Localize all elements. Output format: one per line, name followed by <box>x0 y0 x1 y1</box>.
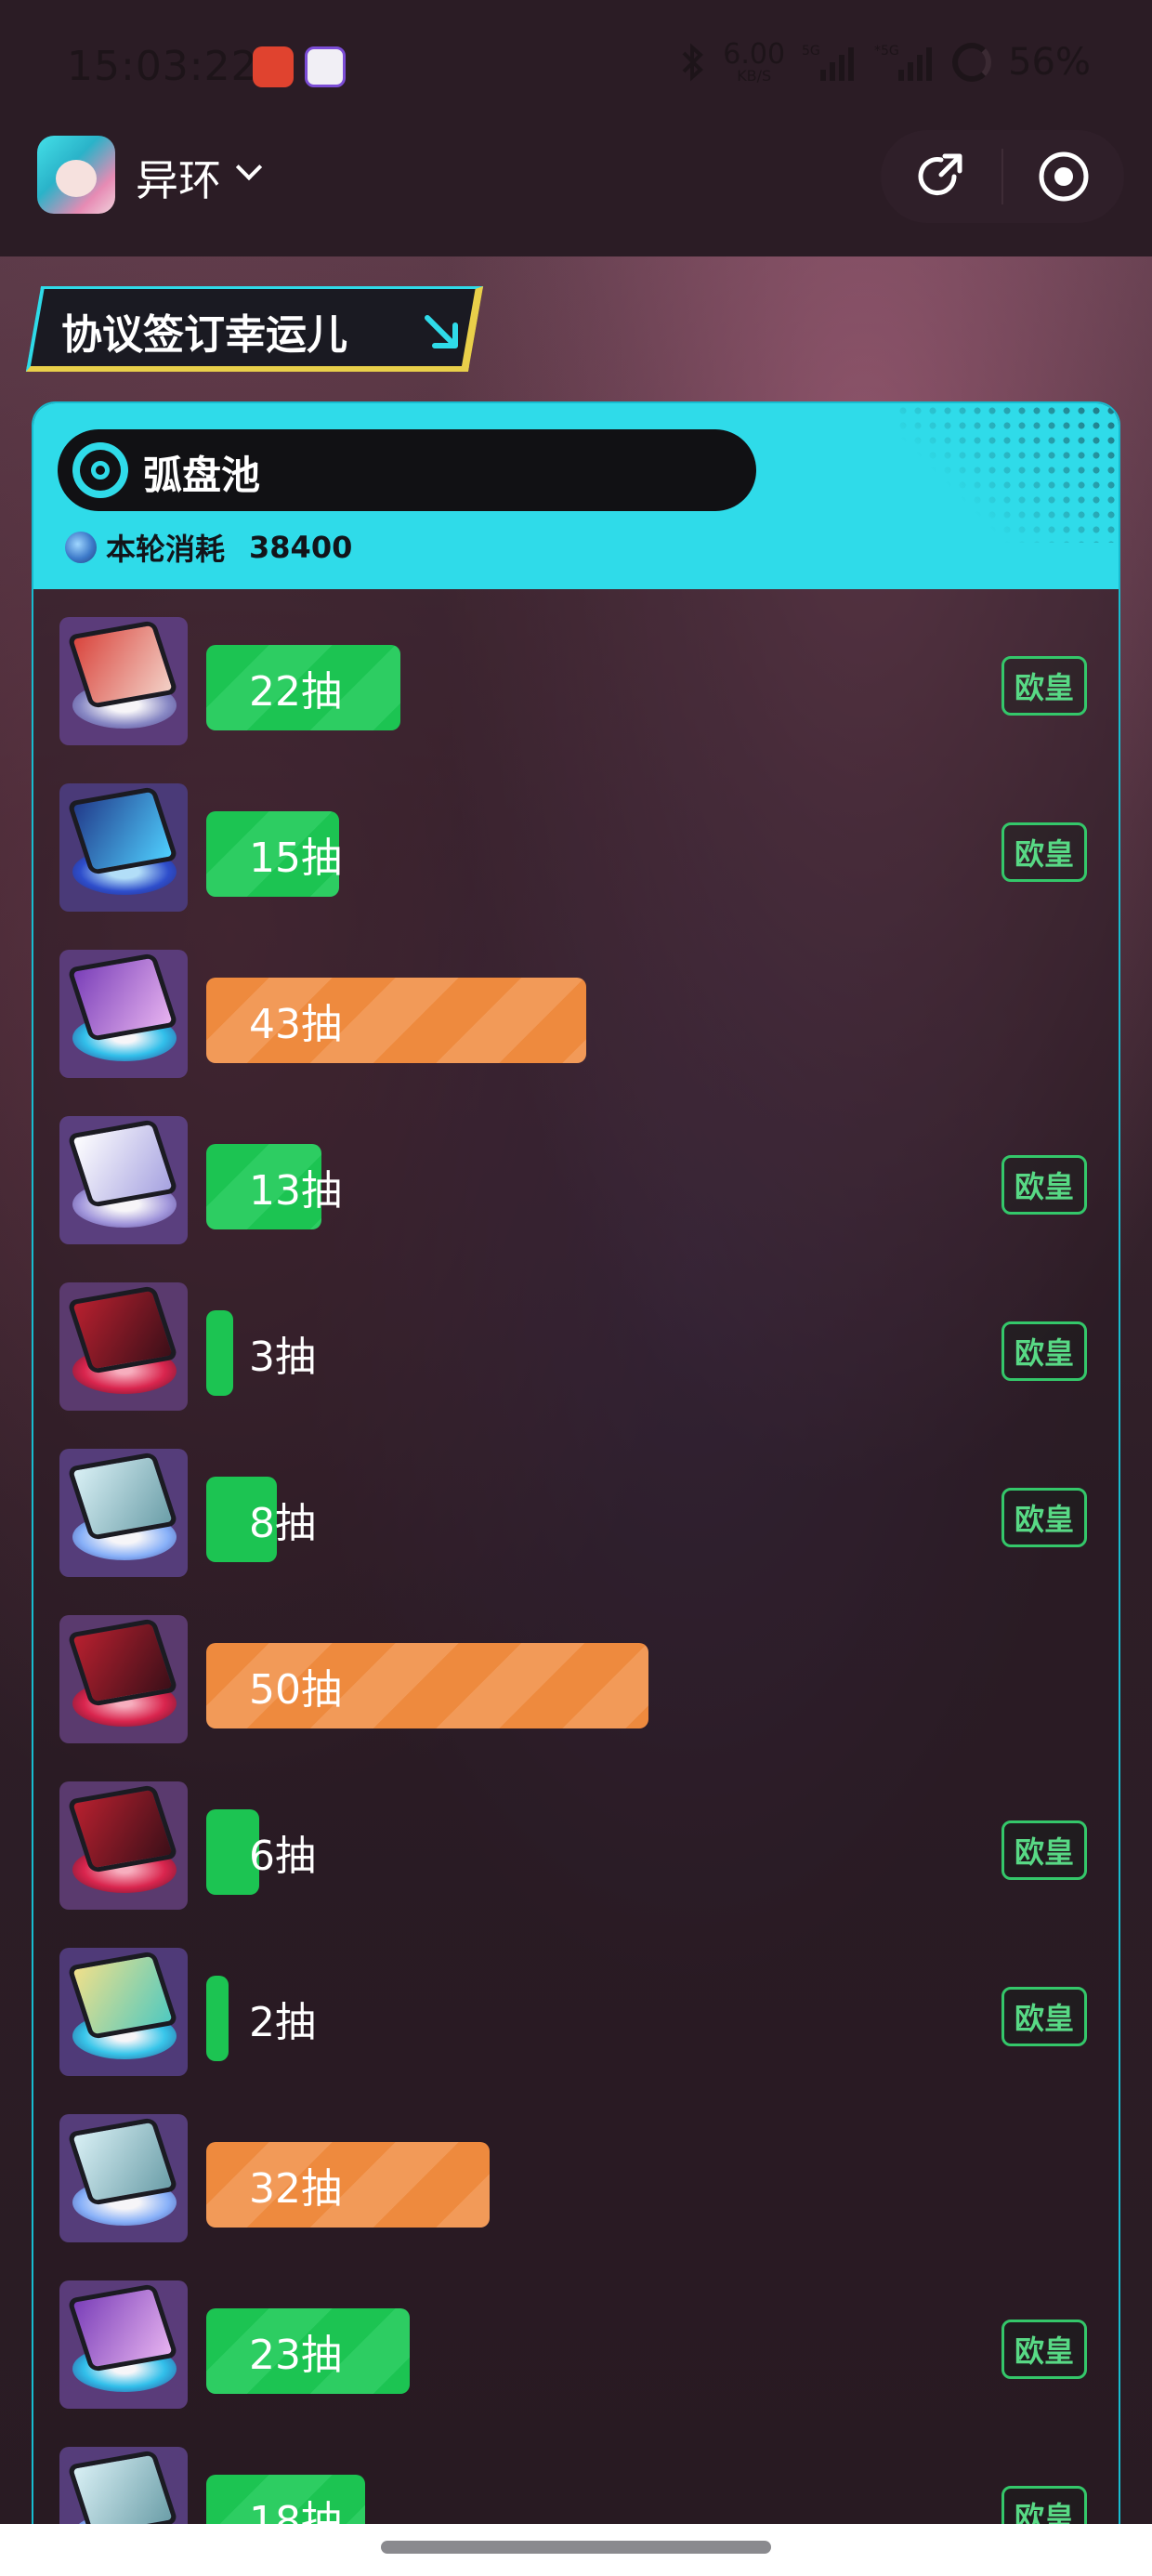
arc-disc-thumbnail[interactable] <box>59 2114 188 2242</box>
record-icon <box>1039 151 1089 202</box>
arc-disc-thumbnail[interactable] <box>59 783 188 912</box>
list-item: 50抽 <box>33 1587 1119 1754</box>
pool-card: 弧盘池 本轮消耗 38400 22抽 欧皇 15抽 欧皇 43抽 13抽 欧皇 3抽 欧皇 8抽欧… <box>32 401 1120 2539</box>
lucky-badge: 欧皇 <box>1001 2320 1087 2379</box>
signal-icon: 5G <box>802 44 855 81</box>
list-item: 43抽 <box>33 922 1119 1088</box>
battery-percent: 56% <box>1008 41 1091 84</box>
arc-disc-thumbnail[interactable] <box>59 1781 188 1910</box>
lucky-badge: 欧皇 <box>1001 1820 1087 1880</box>
bluetooth-icon <box>682 43 704 82</box>
list-item: 23抽 欧皇 <box>33 2253 1119 2419</box>
dot-pattern <box>896 403 1119 543</box>
game-name[interactable]: 异环 <box>136 147 221 208</box>
arc-disc-thumbnail[interactable] <box>59 1615 188 1743</box>
pull-count-label: 43抽 <box>249 1001 342 1048</box>
status-time: 15:03:22 <box>67 43 258 90</box>
list-item: 32抽 <box>33 2086 1119 2253</box>
pull-count-label: 50抽 <box>249 1666 342 1714</box>
arc-disc-thumbnail[interactable] <box>59 1282 188 1411</box>
lucky-badge: 欧皇 <box>1001 1321 1087 1381</box>
net-speed: 6.00 KB/S <box>723 38 786 85</box>
arrow-down-right-icon <box>425 315 458 348</box>
pull-count-label: 3抽 <box>249 1334 316 1381</box>
list-item: 2抽 欧皇 <box>33 1920 1119 2086</box>
status-indicators: 6.00 KB/S 5G *5G 56% <box>678 41 1091 84</box>
list-item: 8抽 欧皇 <box>33 1421 1119 1587</box>
lucky-badge: 欧皇 <box>1001 1488 1087 1547</box>
cost-row: 本轮消耗 38400 <box>65 526 352 569</box>
game-avatar[interactable] <box>37 136 115 214</box>
share-button[interactable] <box>881 130 1001 223</box>
list-item: 13抽 欧皇 <box>33 1088 1119 1255</box>
pull-count-label: 23抽 <box>249 2332 342 2379</box>
pull-count-label: 6抽 <box>249 1833 316 1880</box>
arc-disc-thumbnail[interactable] <box>59 617 188 745</box>
lucky-badge: 欧皇 <box>1001 656 1087 716</box>
share-icon <box>918 153 962 196</box>
list-item: 6抽 欧皇 <box>33 1754 1119 1920</box>
app-purple-icon <box>305 46 346 87</box>
pull-count-label: 22抽 <box>249 668 342 716</box>
arc-disc-thumbnail[interactable] <box>59 950 188 1078</box>
pull-count-bar <box>206 1310 233 1396</box>
pull-count-label: 2抽 <box>249 1999 316 2046</box>
cost-label: 本轮消耗 <box>106 532 226 567</box>
app-header: 异环 <box>0 130 1152 256</box>
arc-disc-thumbnail[interactable] <box>59 1116 188 1244</box>
section-title: 协议签订幸运儿 <box>61 311 347 359</box>
battery-ring-icon <box>952 43 992 82</box>
record-button[interactable] <box>1003 130 1124 223</box>
pull-count-label: 32抽 <box>249 2165 342 2213</box>
pool-selector[interactable]: 弧盘池 <box>58 429 756 511</box>
pull-count-bar <box>206 1976 229 2061</box>
list-item: 15抽 欧皇 <box>33 756 1119 922</box>
chevron-down-icon[interactable] <box>235 153 263 181</box>
app-red-icon <box>253 46 294 87</box>
pool-name: 弧盘池 <box>143 453 261 498</box>
section-title-banner: 协议签订幸运儿 <box>25 286 484 372</box>
header-actions <box>881 130 1124 223</box>
lucky-badge: 欧皇 <box>1001 1155 1087 1215</box>
svg-text:*5G: *5G <box>874 44 899 59</box>
arc-disc-thumbnail[interactable] <box>59 2280 188 2409</box>
arc-disc-thumbnail[interactable] <box>59 1449 188 1577</box>
cost-value: 38400 <box>249 530 353 565</box>
list-item: 18抽 欧皇 <box>33 2419 1119 2537</box>
lucky-badge: 欧皇 <box>1001 1987 1087 2046</box>
gem-icon <box>65 532 97 563</box>
gesture-handle[interactable] <box>381 2541 771 2554</box>
pool-card-header: 弧盘池 本轮消耗 38400 <box>33 403 1119 589</box>
target-icon <box>72 442 128 498</box>
list-item: 3抽 欧皇 <box>33 1255 1119 1421</box>
arc-disc-thumbnail[interactable] <box>59 1948 188 2076</box>
lucky-badge: 欧皇 <box>1001 822 1087 882</box>
svg-text:5G: 5G <box>802 44 820 59</box>
list-item: 22抽 欧皇 <box>33 589 1119 756</box>
status-bar: 15:03:22 6.00 KB/S 5G *5G 56% <box>0 0 1152 130</box>
pull-count-label: 13抽 <box>249 1167 342 1215</box>
pull-count-label: 8抽 <box>249 1500 316 1547</box>
pull-count-label: 15抽 <box>249 835 342 882</box>
signal-icon-2: *5G <box>874 44 933 81</box>
